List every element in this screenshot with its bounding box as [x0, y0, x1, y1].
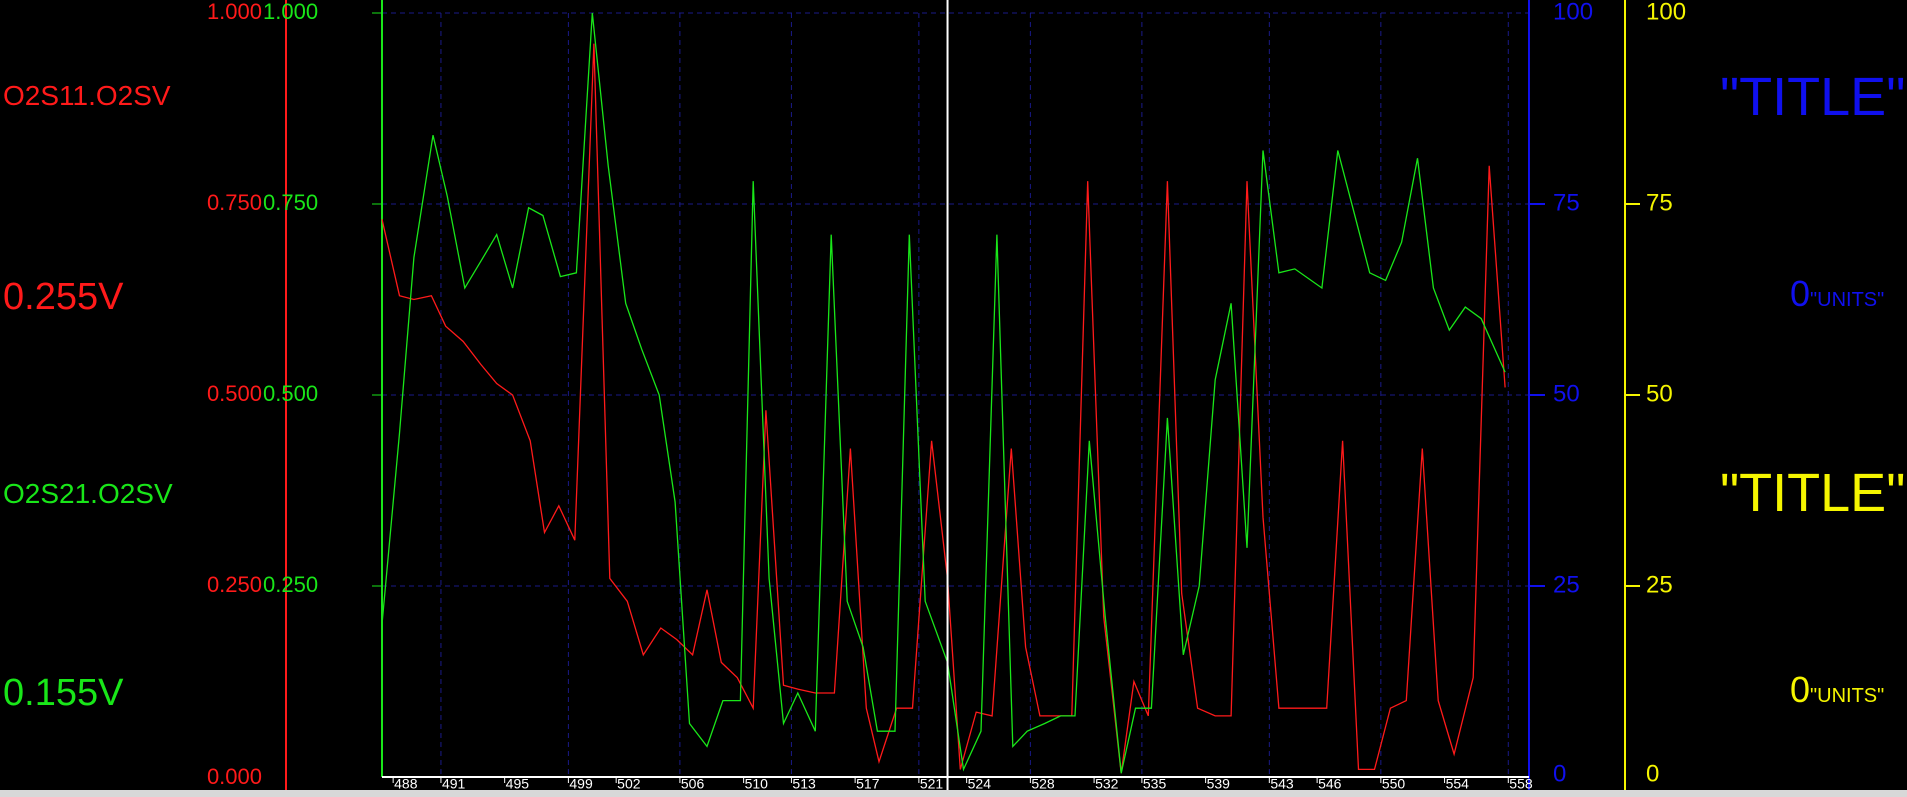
ch1-tick-label: 0.000 — [207, 764, 262, 789]
ch1-tick-label: 0.250 — [207, 572, 262, 597]
ch4-tick-label: 50 — [1646, 380, 1673, 407]
ch4-units: "UNITS" — [1810, 685, 1885, 707]
ch4-title: "TITLE" — [1720, 463, 1906, 523]
series-line-2 — [381, 12, 1506, 774]
ch3-value: 0 — [1790, 273, 1811, 314]
ch4-tick-label: 75 — [1646, 189, 1673, 216]
ch3-tick-label: 50 — [1553, 380, 1580, 407]
ch2-tick-label: 1.000 — [263, 0, 318, 24]
ch1-tick-label: 0.500 — [207, 381, 262, 406]
ch4-tick-label: 0 — [1646, 760, 1659, 787]
ch4-readout: 0"UNITS" — [1790, 672, 1884, 708]
ch1-name: O2S11.O2SV — [3, 80, 171, 111]
ch4-tick-label: 25 — [1646, 571, 1673, 598]
ch1-tick-label: 0.750 — [207, 190, 262, 215]
status-strip — [0, 790, 1907, 797]
ch3-units: "UNITS" — [1810, 289, 1885, 311]
ch2-tick-label: 0.750 — [263, 190, 318, 215]
ch2-tick-label: 0.500 — [263, 381, 318, 406]
ch4-value: 0 — [1790, 669, 1811, 710]
chart-canvas: 1.000 0.750 0.500 0.250 0.000 1.000 0.750 0.500… — [207, 0, 1686, 797]
ch2-tick-label: 0.250 — [263, 572, 318, 597]
ch1-value: 0.255V — [3, 276, 124, 318]
ch3-readout: 0"UNITS" — [1790, 276, 1884, 312]
ch3-tick-label: 75 — [1553, 189, 1580, 216]
series-line-1 — [381, 43, 1506, 774]
ch3-title: "TITLE" — [1720, 67, 1906, 127]
chart-view: 1.000 0.750 0.500 0.250 0.000 1.000 0.750 0.500… — [0, 0, 1907, 797]
ch3-tick-label: 25 — [1553, 571, 1580, 598]
ch2-value: 0.155V — [3, 672, 124, 714]
ch3-tick-label: 100 — [1553, 0, 1593, 25]
ch2-name: O2S21.O2SV — [3, 478, 173, 509]
ch3-tick-label: 0 — [1553, 760, 1566, 787]
ch4-tick-label: 100 — [1646, 0, 1686, 25]
ch1-tick-label: 1.000 — [207, 0, 262, 24]
